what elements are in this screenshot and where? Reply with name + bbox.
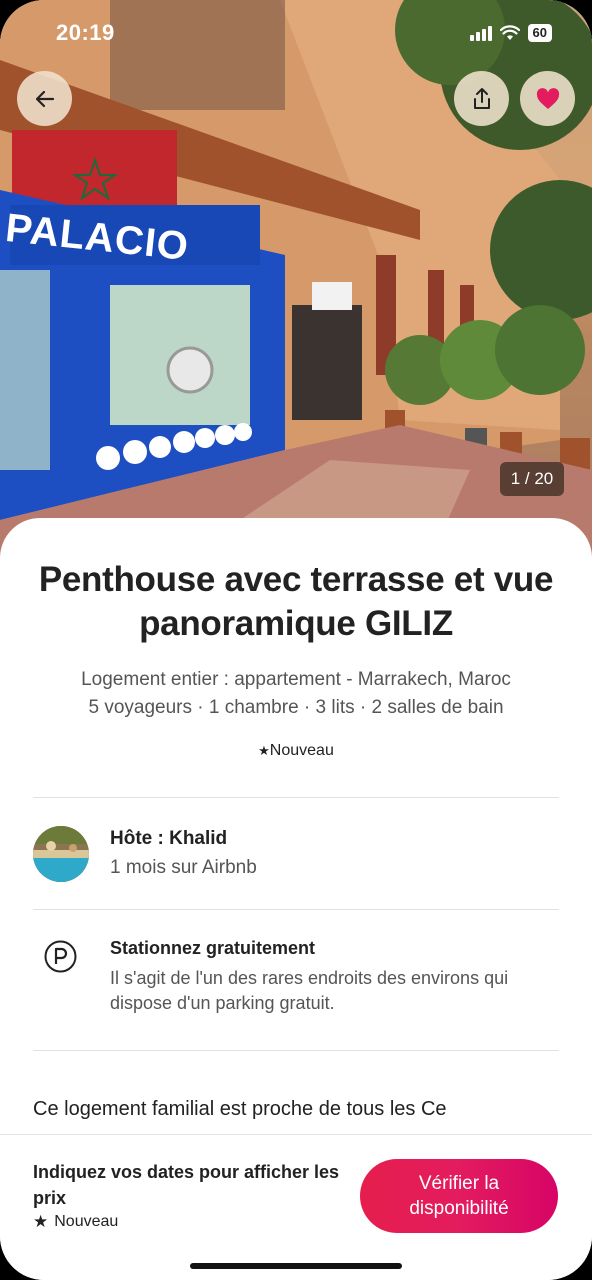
arrow-left-icon — [35, 90, 54, 107]
new-badge: ★Nouveau — [20, 742, 572, 760]
divider — [33, 1050, 559, 1051]
check-availability-button[interactable]: Vérifier la disponibilité — [360, 1159, 558, 1233]
footer-prompt: Indiquez vos dates pour afficher les pri… — [33, 1162, 340, 1208]
share-icon — [473, 87, 490, 109]
host-tenure: 1 mois sur Airbnb — [110, 857, 257, 878]
status-bar: 20:19 60 — [0, 18, 592, 50]
battery-indicator: 60 — [527, 24, 552, 42]
favorite-button[interactable] — [520, 71, 575, 126]
footer-new-badge: ★ Nouveau — [33, 1212, 118, 1232]
listing-location: Logement entier : appartement - Marrakec… — [81, 669, 511, 690]
host-name[interactable]: Hôte : Khalid — [110, 828, 227, 850]
booking-footer: Indiquez vos dates pour afficher les pri… — [0, 1134, 592, 1280]
parking-icon — [44, 940, 77, 973]
divider — [33, 909, 559, 910]
home-indicator[interactable] — [190, 1263, 402, 1269]
listing-subtitle: Logement entier : appartement - Marrakec… — [20, 666, 572, 722]
star-icon: ★ — [33, 1212, 49, 1231]
footer-new-label: Nouveau — [54, 1213, 119, 1230]
share-button[interactable] — [454, 71, 509, 126]
listing-description[interactable]: Ce logement familial est proche de tous … — [33, 1098, 573, 1121]
divider — [33, 797, 559, 798]
photo-counter: 1 / 20 — [500, 462, 564, 496]
highlight-description: Il s'agit de l'un des rares endroits des… — [110, 968, 509, 1013]
star-icon: ★ — [258, 743, 270, 758]
screen: PALACIO 20:19 60 1 / 20 Penthouse avec t… — [0, 0, 592, 1280]
heart-icon — [536, 87, 559, 109]
highlight-title: Stationnez gratuitement — [110, 938, 316, 958]
status-icons: 60 — [469, 24, 552, 42]
new-badge-label: Nouveau — [269, 742, 334, 759]
listing-details: Penthouse avec terrasse et vue panoramiq… — [0, 518, 592, 1158]
back-button[interactable] — [17, 71, 72, 126]
host-avatar-image — [33, 826, 89, 882]
signal-icon — [469, 25, 492, 41]
listing-capacity: 5 voyageurs · 1 chambre · 3 lits · 2 sal… — [88, 697, 504, 718]
wifi-icon — [499, 25, 520, 40]
listing-title: Penthouse avec terrasse et vue panoramiq… — [38, 560, 554, 643]
host-avatar[interactable] — [33, 826, 89, 882]
status-time: 20:19 — [56, 20, 115, 45]
